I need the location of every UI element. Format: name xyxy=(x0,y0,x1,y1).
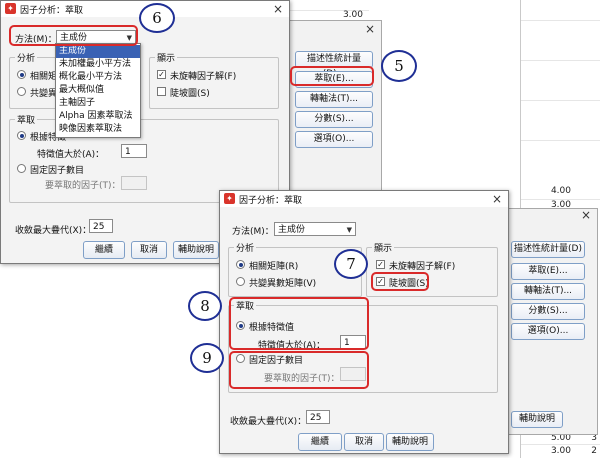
step-marker-8: 8 xyxy=(188,291,222,321)
help-button[interactable]: 輔助說明 xyxy=(511,411,563,428)
analysis-group-title: 分析 xyxy=(234,241,257,254)
chevron-down-icon[interactable]: ▼ xyxy=(347,223,352,237)
close-icon[interactable]: × xyxy=(365,21,375,37)
analysis-group-title: 分析 xyxy=(15,51,38,64)
max-iterations-label: 收斂最大疊代(X)： xyxy=(15,226,92,236)
close-icon[interactable]: × xyxy=(492,191,502,207)
unrotated-solution-checkbox[interactable]: ✓ xyxy=(376,260,385,269)
eigenvalue-radio[interactable] xyxy=(17,131,26,140)
highlight-extraction-button xyxy=(290,66,374,86)
max-iterations-input[interactable]: 25 xyxy=(306,410,330,424)
max-iterations-label: 收斂最大疊代(X)： xyxy=(230,417,307,427)
extract-group-title: 萃取 xyxy=(15,113,38,126)
eigenvalue-label: 特徵值大於(A)： xyxy=(37,150,105,160)
display-group-title: 顯示 xyxy=(372,241,395,254)
descriptives-button[interactable]: 描述性統計量(D) xyxy=(511,241,585,258)
cell-value: 2 xyxy=(591,446,597,456)
fixed-factors-label: 固定因子數目 xyxy=(30,166,85,176)
spreadsheet-top: 3.00 xyxy=(288,0,369,20)
eigenvalue-input[interactable]: 1 xyxy=(121,144,147,158)
highlight-fixed-factors xyxy=(229,351,369,389)
step-marker-5: 5 xyxy=(381,50,417,82)
continue-button[interactable]: 繼續 xyxy=(83,241,125,259)
highlight-method-combo xyxy=(9,25,138,46)
method-option[interactable]: 主軸因子 xyxy=(56,97,140,110)
method-dropdown-list: 主成份 未加權最小平方法 概化最小平方法 最大概似值 主軸因子 Alpha 因素… xyxy=(55,43,141,138)
cancel-button[interactable]: 取消 xyxy=(131,241,167,259)
step-marker-6: 6 xyxy=(139,3,175,33)
scree-plot-label: 陡坡圖(S) xyxy=(170,89,210,99)
display-group-title: 顯示 xyxy=(155,51,178,64)
cell-value: 3.00 xyxy=(550,446,571,456)
method-option[interactable]: 未加權最小平方法 xyxy=(56,58,140,71)
unrotated-solution-label: 未旋轉因子解(F) xyxy=(389,262,456,272)
scores-button[interactable]: 分數(S)... xyxy=(295,111,373,128)
method-option[interactable]: 主成份 xyxy=(56,45,140,58)
options-button[interactable]: 選項(O)... xyxy=(295,131,373,148)
cell-value: 3.00 xyxy=(342,10,363,20)
highlight-scree-plot xyxy=(371,272,429,291)
close-icon[interactable]: × xyxy=(581,207,591,223)
highlight-eigenvalue-section xyxy=(229,297,369,350)
close-icon[interactable]: × xyxy=(273,1,283,17)
help-button[interactable]: 輔助說明 xyxy=(386,433,434,451)
covariance-matrix-label: 共變異數矩陣(V) xyxy=(249,279,317,289)
rotation-button[interactable]: 轉軸法(T)... xyxy=(295,91,373,108)
method-option[interactable]: 映像因素萃取法 xyxy=(56,123,140,136)
covariance-matrix-radio[interactable] xyxy=(17,87,26,96)
correlation-matrix-radio[interactable] xyxy=(17,70,26,79)
method-combo[interactable]: 主成份 ▼ xyxy=(274,222,356,236)
cell-value: 4.00 xyxy=(550,186,571,196)
step-marker-9: 9 xyxy=(190,343,224,373)
scree-plot-checkbox[interactable] xyxy=(157,87,166,96)
spss-app-icon: ✦ xyxy=(5,3,16,14)
continue-button[interactable]: 繼續 xyxy=(298,433,342,451)
dialog-title: 因子分析：萃取 xyxy=(239,196,303,206)
method-label: 方法(M)： xyxy=(232,227,274,237)
fixed-factors-radio[interactable] xyxy=(17,164,26,173)
spreadsheet-right-top xyxy=(520,0,600,190)
factor-analysis-panel-front: × 描述性統計量(D) 萃取(E)... 轉軸法(T)... 分數(S)... … xyxy=(500,208,598,435)
extraction-button[interactable]: 萃取(E)... xyxy=(511,263,585,280)
factors-to-extract-input[interactable] xyxy=(121,176,147,190)
help-button[interactable]: 輔助說明 xyxy=(173,241,219,259)
unrotated-solution-checkbox[interactable]: ✓ xyxy=(157,70,166,79)
covariance-matrix-radio[interactable] xyxy=(236,277,245,286)
cancel-button[interactable]: 取消 xyxy=(344,433,384,451)
unrotated-solution-label: 未旋轉因子解(F) xyxy=(170,72,237,82)
method-option[interactable]: Alpha 因素萃取法 xyxy=(56,110,140,123)
step-marker-7: 7 xyxy=(334,249,368,279)
options-button[interactable]: 選項(O)... xyxy=(511,323,585,340)
display-group xyxy=(149,57,279,109)
scores-button[interactable]: 分數(S)... xyxy=(511,303,585,320)
correlation-matrix-label: 相關矩陣(R) xyxy=(249,262,299,272)
factors-to-extract-label: 要萃取的因子(T)： xyxy=(45,181,121,191)
title-bar: ✦ 因子分析：萃取 × xyxy=(220,191,508,207)
method-option[interactable]: 概化最小平方法 xyxy=(56,71,140,84)
rotation-button[interactable]: 轉軸法(T)... xyxy=(511,283,585,300)
spss-app-icon: ✦ xyxy=(224,193,235,204)
dialog-title: 因子分析：萃取 xyxy=(20,6,84,16)
method-option[interactable]: 最大概似值 xyxy=(56,84,140,97)
correlation-matrix-radio[interactable] xyxy=(236,260,245,269)
max-iterations-input[interactable]: 25 xyxy=(89,219,113,233)
method-value: 主成份 xyxy=(278,225,306,235)
